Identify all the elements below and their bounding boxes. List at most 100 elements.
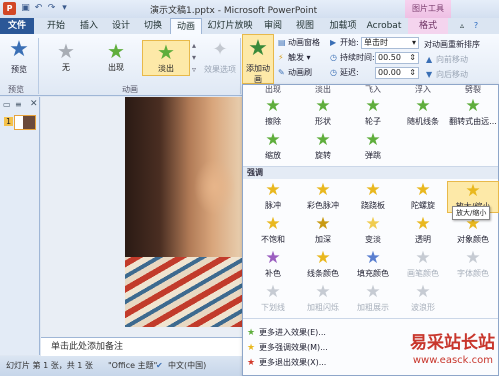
tab-home[interactable]: 开始 [40,18,72,34]
star-green-icon: ★ [265,130,281,150]
emphasis-spin[interactable]: ★ 陀螺旋 [397,181,449,213]
arrow-up-icon: ▲ [426,55,433,64]
add-animation-star-icon: ★ [248,36,268,61]
close-pane-icon[interactable]: ✕ [30,99,38,109]
star-gray-icon: ★ [265,282,281,302]
chevron-down-icon: ▾ [411,38,416,47]
tab-transitions[interactable]: 切换 [138,18,168,34]
entrance-shape[interactable]: ★ 形状 [297,97,349,129]
ribbon-tabs: 文件 开始 插入 设计 切换 动画 幻灯片放映 审阅 视图 加载项 Acroba… [0,18,499,34]
move-later-button[interactable]: ▼ 向后移动 [426,69,468,81]
emphasis-fill-color[interactable]: ★ 填充颜色 [347,249,399,281]
move-earlier-button[interactable]: ▲ 向前移动 [426,54,468,66]
star-gold-icon: ★ [465,248,481,268]
entrance-random-bars[interactable]: ★ 随机线条 [397,97,449,129]
entrance-bounce[interactable]: ★ 弹跳 [347,131,399,163]
star-green-icon: ★ [157,40,175,64]
tab-animations[interactable]: 动画 [170,18,202,34]
animation-pane-button[interactable]: ▤ 动画窗格 [278,37,320,49]
help-icon[interactable]: ? [470,18,482,34]
gallery-scroll-down-icon[interactable]: ▾ [192,52,202,64]
clock-icon: ◷ [330,53,337,62]
group-divider [240,38,241,94]
undo-icon[interactable]: ↶ [33,3,44,14]
emphasis-desaturate[interactable]: ★ 不饱和 [247,215,299,247]
tab-design[interactable]: 设计 [106,18,136,34]
gallery-partial-label: 出现 [265,85,281,94]
add-animation-label: 添加动画 [246,64,270,84]
slide-photo[interactable] [125,97,242,327]
tab-review[interactable]: 审阅 [258,18,288,34]
emphasis-transparency[interactable]: ★ 透明 [397,215,449,247]
move-earlier-label: 向前移动 [436,55,468,64]
emphasis-bold-flash: ★ 加粗闪烁 [297,283,349,315]
effect-options-button[interactable]: ✦ 效果选项 [203,36,237,82]
delay-clock-icon: ◷ [330,68,337,77]
tab-acrobat[interactable]: Acrobat [364,18,404,34]
language[interactable]: 中文(中国) [168,356,206,376]
tooltip: 放大/缩小 [452,206,491,220]
slide-canvas[interactable] [41,97,242,337]
preview-star-icon: ★ [9,37,29,62]
emphasis-complementary-color[interactable]: ★ 补色 [247,249,299,281]
gallery-scroll-up-icon[interactable]: ▴ [192,40,202,52]
effect-appear[interactable]: ★ 出现 [92,40,140,76]
entrance-wheel[interactable]: ★ 轮子 [347,97,399,129]
gallery-partial-label: 淡出 [315,85,331,94]
entrance-grow-turn[interactable]: ★ 翻转式由远... [447,97,499,129]
slide-thumbnail[interactable] [14,115,36,130]
tab-addins[interactable]: 加载项 [324,18,362,34]
entrance-zoom[interactable]: ★ 缩放 [247,131,299,163]
more-entrance-effects[interactable]: ★ 更多进入效果(E)... [247,327,326,339]
spelling-icon[interactable]: ✔ [156,356,163,376]
tab-insert[interactable]: 插入 [74,18,104,34]
start-select[interactable]: 单击时 ▾ [361,37,419,49]
trigger-button[interactable]: ⚡ 触发 ▾ [278,52,311,64]
duration-value: 00.50 [378,53,401,62]
entrance-swivel[interactable]: ★ 旋转 [297,131,349,163]
emphasis-teeter[interactable]: ★ 跷跷板 [347,181,399,213]
save-icon[interactable]: ▣ [20,3,31,14]
notes-field[interactable]: 单击此处添加备注 [41,337,242,356]
effect-appear-label: 出现 [108,63,124,72]
star-gold-icon: ★ [265,248,281,268]
animation-painter-button[interactable]: ✎ 动画刷 [278,67,312,79]
emphasis-pulse[interactable]: ★ 脉冲 [247,181,299,213]
effect-none[interactable]: ★ 无 [42,40,90,76]
spinner-icon: ⇕ [409,53,416,62]
delay-input[interactable]: 00.00 ⇕ [375,67,419,79]
emphasis-color-pulse[interactable]: ★ 彩色脉冲 [297,181,349,213]
star-gold-icon: ★ [265,214,281,234]
more-exit-effects[interactable]: ★ 更多退出效果(X)... [247,357,326,369]
star-gold-icon: ★ [365,214,381,234]
effect-fade[interactable]: ★ 淡出 [142,40,190,76]
entrance-wipe[interactable]: ★ 擦除 [247,97,299,129]
tab-slideshow[interactable]: 幻灯片放映 [205,18,255,34]
emphasis-line-color[interactable]: ★ 线条颜色 [297,249,349,281]
gallery-item-label: 加深 [315,235,331,244]
customize-toolbar-icon[interactable]: ▾ [59,3,70,14]
gallery-item-label: 变淡 [365,235,381,244]
powerpoint-logo-icon[interactable]: P [3,2,16,15]
emphasis-lighten[interactable]: ★ 变淡 [347,215,399,247]
redo-icon[interactable]: ↷ [46,3,57,14]
add-animation-button[interactable]: ★ 添加动画 [242,34,274,84]
gallery-item-label: 擦除 [265,117,281,126]
gallery-more-icon[interactable]: ▿ [192,64,202,76]
gallery-item-label: 字体颜色 [457,269,489,278]
outline-tab-icon[interactable]: ≡ [15,100,22,109]
start-label: ▶ 开始: [330,37,359,49]
theme-name[interactable]: "Office 主题" [108,356,157,376]
duration-label-text: 持续时间: [340,53,375,62]
minimize-ribbon-icon[interactable]: ▵ [456,18,468,34]
tab-file[interactable]: 文件 [0,18,34,34]
emphasis-darken[interactable]: ★ 加深 [297,215,349,247]
gallery-item-label: 画笔颜色 [407,269,439,278]
preview-button[interactable]: ★ 预览 [4,36,34,82]
more-emphasis-effects[interactable]: ★ 更多强调效果(M)... [247,342,328,354]
duration-input[interactable]: 00.50 ⇕ [375,52,419,64]
gallery-item-label: 波浪形 [411,303,435,312]
slides-tab-icon[interactable]: ▭ [3,100,11,109]
tab-format[interactable]: 格式 [408,18,448,34]
tab-view[interactable]: 视图 [290,18,320,34]
